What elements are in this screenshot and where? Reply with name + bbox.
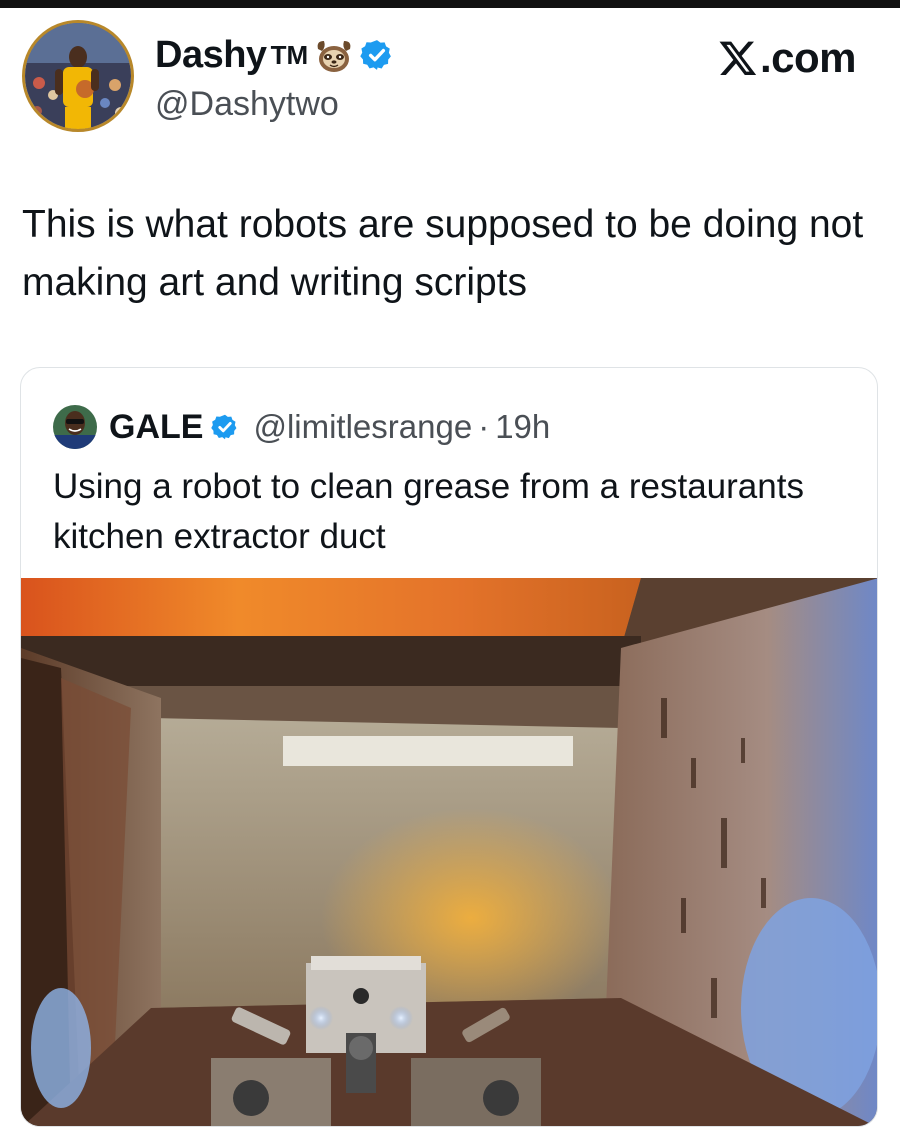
- author-name-row[interactable]: Dashy TM: [155, 32, 394, 78]
- quoted-author-avatar[interactable]: [53, 405, 97, 449]
- quoted-tweet-header: GALE @limitlesrange · 19h: [53, 404, 550, 450]
- x-logo-icon: [718, 38, 758, 78]
- trademark-label: TM: [270, 40, 309, 70]
- quoted-verified-badge-icon: [211, 413, 239, 441]
- quoted-tweet-card[interactable]: GALE @limitlesrange · 19h Using a robot …: [20, 367, 878, 1127]
- quoted-author-handle[interactable]: @limitlesrange: [253, 404, 472, 450]
- author-handle[interactable]: @Dashytwo: [155, 84, 339, 124]
- top-bar: [0, 0, 900, 8]
- verified-badge-icon: [360, 38, 394, 72]
- tweet-header: Dashy TM @Dashytwo .com: [0, 8, 900, 148]
- author-display-name[interactable]: Dashy: [155, 32, 267, 78]
- quoted-tweet-text: Using a robot to clean grease from a res…: [53, 467, 804, 556]
- x-brand: .com: [718, 34, 857, 82]
- quoted-author-name[interactable]: GALE: [109, 404, 203, 450]
- sloth-icon: [314, 35, 354, 75]
- brand-domain-text: .com: [759, 34, 857, 81]
- quoted-timestamp[interactable]: 19h: [495, 404, 550, 450]
- quoted-media-video[interactable]: [21, 578, 877, 1126]
- author-avatar[interactable]: [22, 20, 134, 132]
- separator-dot: ·: [478, 408, 490, 445]
- tweet-body-text: This is what robots are supposed to be d…: [22, 203, 864, 304]
